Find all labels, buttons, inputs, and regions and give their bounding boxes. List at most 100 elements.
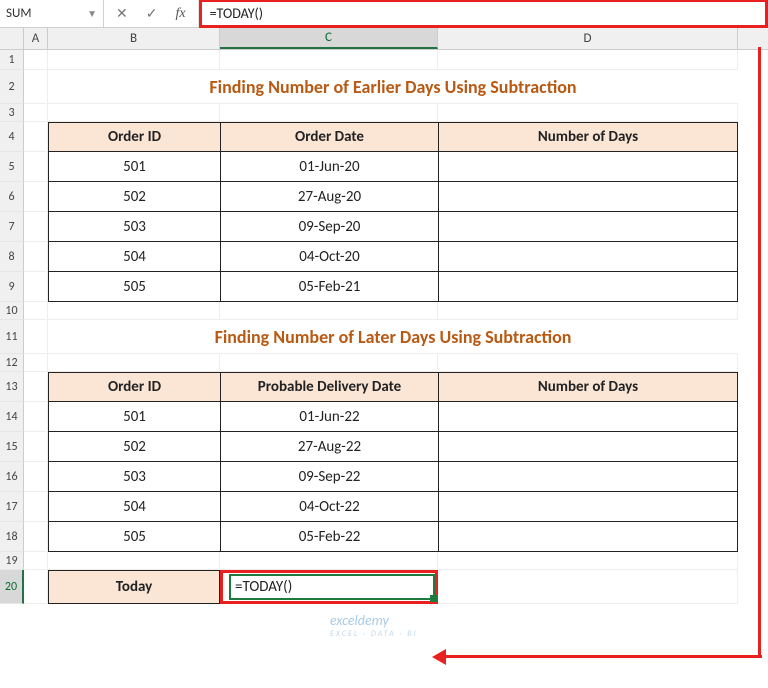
row-header[interactable]: 19 [0,552,24,570]
cell[interactable] [24,212,48,242]
cell[interactable] [220,70,438,104]
cell[interactable] [24,70,48,104]
fill-handle[interactable] [430,595,437,602]
row-header[interactable]: 9 [0,272,24,302]
cell-deliverydate[interactable]: 04-Oct-22 [220,492,438,522]
cell[interactable] [24,302,48,320]
cell[interactable]: Finding Number of Earlier Days Using Sub… [48,70,220,104]
cell-numdays[interactable] [438,242,738,272]
cell-orderdate[interactable]: 09-Sep-20 [220,212,438,242]
cell-orderid[interactable]: 502 [48,432,220,462]
row-header[interactable]: 14 [0,402,24,432]
cell[interactable] [24,354,48,372]
cell-orderid[interactable]: 505 [48,522,220,552]
cell[interactable] [24,242,48,272]
cell-orderdate[interactable]: 01-Jun-20 [220,152,438,182]
cell[interactable] [438,302,738,320]
table1-header-orderid[interactable]: Order ID [48,122,220,152]
cell[interactable] [438,570,738,604]
name-box-dropdown-icon[interactable]: ▼ [87,7,97,20]
row-header[interactable]: 20 [0,570,24,604]
row-header[interactable]: 6 [0,182,24,212]
cell-orderdate[interactable]: 27-Aug-20 [220,182,438,212]
select-all-corner[interactable] [0,28,24,49]
cell[interactable] [24,402,48,432]
cell-orderid[interactable]: 503 [48,212,220,242]
cell[interactable] [220,104,438,122]
row-header[interactable]: 16 [0,462,24,492]
table2-header-deliverydate[interactable]: Probable Delivery Date [220,372,438,402]
row-header[interactable]: 7 [0,212,24,242]
cell-orderdate[interactable]: 05-Feb-21 [220,272,438,302]
row-header[interactable]: 11 [0,320,24,354]
cell-numdays[interactable] [438,402,738,432]
cell[interactable] [438,104,738,122]
cell[interactable] [220,50,438,70]
cell[interactable] [438,320,738,354]
table2-header-orderid[interactable]: Order ID [48,372,220,402]
table2-header-numdays[interactable]: Number of Days [438,372,738,402]
cell-numdays[interactable] [438,152,738,182]
name-box[interactable]: SUM ▼ [0,0,104,27]
cell[interactable] [24,372,48,402]
cell[interactable] [24,122,48,152]
cell[interactable] [48,302,220,320]
cell-orderid[interactable]: 505 [48,272,220,302]
col-header-d[interactable]: D [438,28,738,49]
row-header[interactable]: 5 [0,152,24,182]
cell[interactable] [438,552,738,570]
row-header[interactable]: 13 [0,372,24,402]
cell[interactable] [24,552,48,570]
row-header[interactable]: 17 [0,492,24,522]
cell-orderid[interactable]: 503 [48,462,220,492]
cell[interactable] [438,50,738,70]
cell[interactable] [438,70,738,104]
cell[interactable] [24,152,48,182]
cell[interactable] [48,50,220,70]
cell-numdays[interactable] [438,462,738,492]
cell-orderid[interactable]: 504 [48,242,220,272]
cell[interactable] [24,272,48,302]
cell[interactable] [48,552,220,570]
cell-orderid[interactable]: 502 [48,182,220,212]
cell-numdays[interactable] [438,522,738,552]
row-header[interactable]: 12 [0,354,24,372]
cell-deliverydate[interactable]: 09-Sep-22 [220,462,438,492]
cell[interactable] [438,354,738,372]
cell[interactable] [24,50,48,70]
cell[interactable] [24,522,48,552]
fx-icon[interactable]: fx [175,6,185,22]
cell[interactable] [24,320,48,354]
cell[interactable] [24,462,48,492]
cell-orderid[interactable]: 501 [48,402,220,432]
cell[interactable] [48,104,220,122]
cell[interactable] [24,104,48,122]
cancel-icon[interactable]: ✕ [116,5,128,22]
cell-deliverydate[interactable]: 27-Aug-22 [220,432,438,462]
cell-numdays[interactable] [438,182,738,212]
row-header[interactable]: 18 [0,522,24,552]
cell[interactable] [24,182,48,212]
cell-deliverydate[interactable]: 05-Feb-22 [220,522,438,552]
cell-numdays[interactable] [438,272,738,302]
active-cell-c20[interactable]: =TODAY() [220,570,438,604]
cell-numdays[interactable] [438,432,738,462]
formula-bar-input[interactable]: =TODAY() [199,0,768,28]
cell[interactable] [24,432,48,462]
cell[interactable] [220,302,438,320]
cell[interactable] [24,570,48,604]
enter-icon[interactable]: ✓ [146,5,158,22]
cell[interactable] [24,492,48,522]
cell-deliverydate[interactable]: 01-Jun-22 [220,402,438,432]
row-header[interactable]: 4 [0,122,24,152]
cell[interactable] [220,320,438,354]
today-label-cell[interactable]: Today [48,570,220,604]
row-header[interactable]: 10 [0,302,24,320]
col-header-c[interactable]: C [220,28,438,49]
cell-orderdate[interactable]: 04-Oct-20 [220,242,438,272]
cell-numdays[interactable] [438,492,738,522]
cell[interactable] [48,354,220,372]
table1-header-numdays[interactable]: Number of Days [438,122,738,152]
cell-orderid[interactable]: 504 [48,492,220,522]
col-header-b[interactable]: B [48,28,220,49]
